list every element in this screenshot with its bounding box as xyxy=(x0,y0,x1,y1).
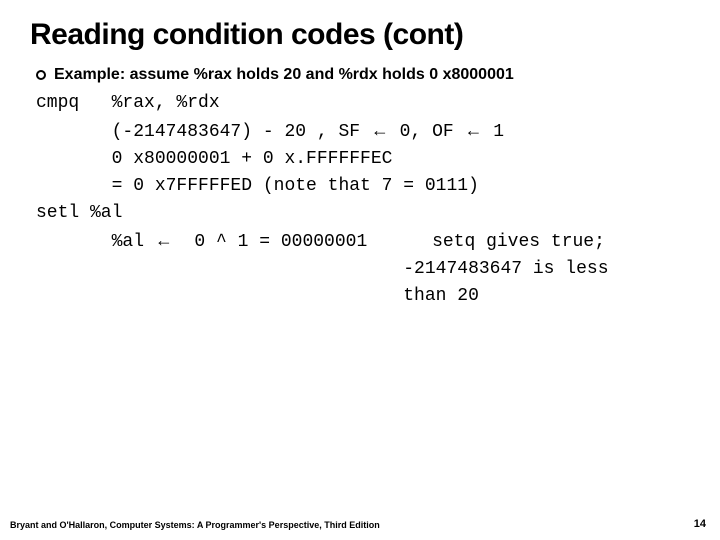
left-arrow-icon: ← xyxy=(155,230,173,250)
slide-title: Reading condition codes (cont) xyxy=(30,18,694,52)
left-arrow-icon: ← xyxy=(371,120,389,140)
code-line: 0 x80000001 + 0 x.FFFFFFEC xyxy=(36,149,392,169)
code-line: 1 xyxy=(482,122,504,142)
code-block: cmpq %rax, %rdx (-2147483647) - 20 , SF … xyxy=(36,90,694,310)
page-number: 14 xyxy=(694,518,706,530)
code-line: -2147483647 is less xyxy=(36,259,609,279)
code-line: 0, OF xyxy=(389,122,465,142)
code-line: (-2147483647) - 20 , SF xyxy=(36,122,371,142)
code-line: setl %al xyxy=(36,203,122,223)
code-line: 0 ^ 1 = 00000001 setq gives true; xyxy=(173,232,605,252)
circle-bullet-icon xyxy=(36,70,46,80)
code-line: = 0 x7FFFFFED (note that 7 = 0111) xyxy=(36,176,479,196)
bullet-text: Example: assume %rax holds 20 and %rdx h… xyxy=(54,66,514,84)
code-line: than 20 xyxy=(36,286,479,306)
bullet-item: Example: assume %rax holds 20 and %rdx h… xyxy=(36,66,694,84)
code-line: cmpq %rax, %rdx xyxy=(36,93,220,113)
left-arrow-icon: ← xyxy=(464,120,482,140)
footer-citation: Bryant and O'Hallaron, Computer Systems:… xyxy=(10,520,380,530)
code-line: %al xyxy=(36,232,155,252)
